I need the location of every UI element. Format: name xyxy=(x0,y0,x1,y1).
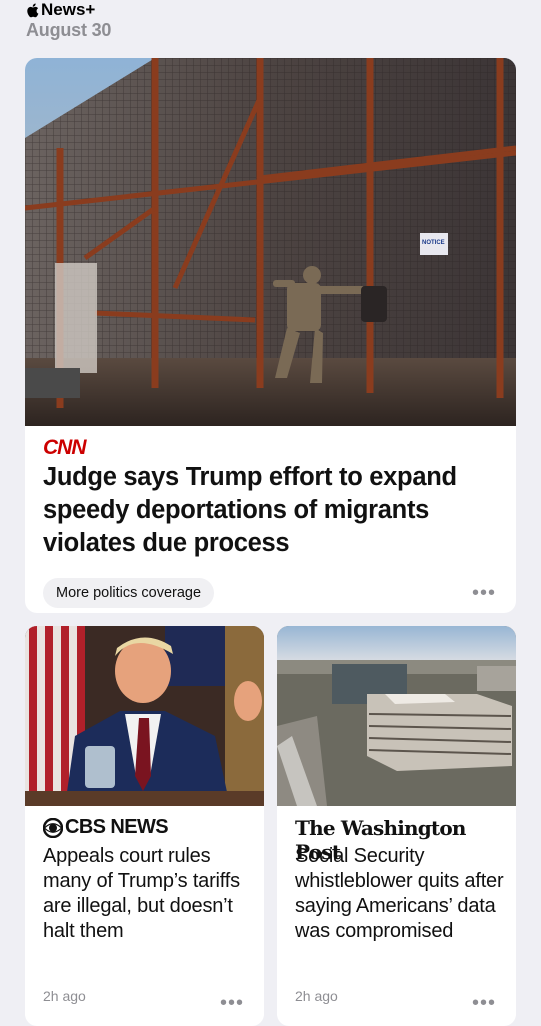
cbs-eye-icon xyxy=(43,817,63,838)
story-photo-trump-desk xyxy=(25,626,264,806)
hero-headline[interactable]: Judge says Trump effort to expand speedy… xyxy=(43,461,483,560)
story-headline[interactable]: Appeals court rules many of Trump’s tari… xyxy=(43,844,253,944)
more-options-ellipsis-icon[interactable]: ••• xyxy=(472,583,496,603)
page-date: August 30 xyxy=(26,20,112,40)
apple-logo-icon xyxy=(27,3,39,17)
publisher-logo-cbs: CBS NEWS xyxy=(43,816,169,839)
story-card-cbs[interactable]: CBS NEWS Appeals court rules many of Tru… xyxy=(25,626,264,1026)
hero-story-card[interactable]: NOTICE CNN Judge says Trump effort to ex… xyxy=(25,58,516,613)
story-photo-ssa-building xyxy=(277,626,516,806)
news-plus-logo: News+ xyxy=(26,0,111,20)
notice-sign-text: NOTICE xyxy=(422,240,445,246)
more-politics-coverage-button[interactable]: More politics coverage xyxy=(43,578,215,608)
publisher-label: CBS NEWS xyxy=(65,816,169,838)
brand-label: News+ xyxy=(41,0,96,19)
publisher-logo-cnn: CNN xyxy=(43,436,86,459)
story-card-washington-post[interactable]: The Washington Post Social Security whis… xyxy=(277,626,516,1026)
hero-photo-border-fence: NOTICE xyxy=(25,58,516,426)
story-headline[interactable]: Social Security whistleblower quits afte… xyxy=(295,844,505,944)
story-timestamp: 2h ago xyxy=(43,988,86,1004)
app-header: News+ August 30 xyxy=(26,0,111,41)
story-timestamp: 2h ago xyxy=(295,988,338,1004)
